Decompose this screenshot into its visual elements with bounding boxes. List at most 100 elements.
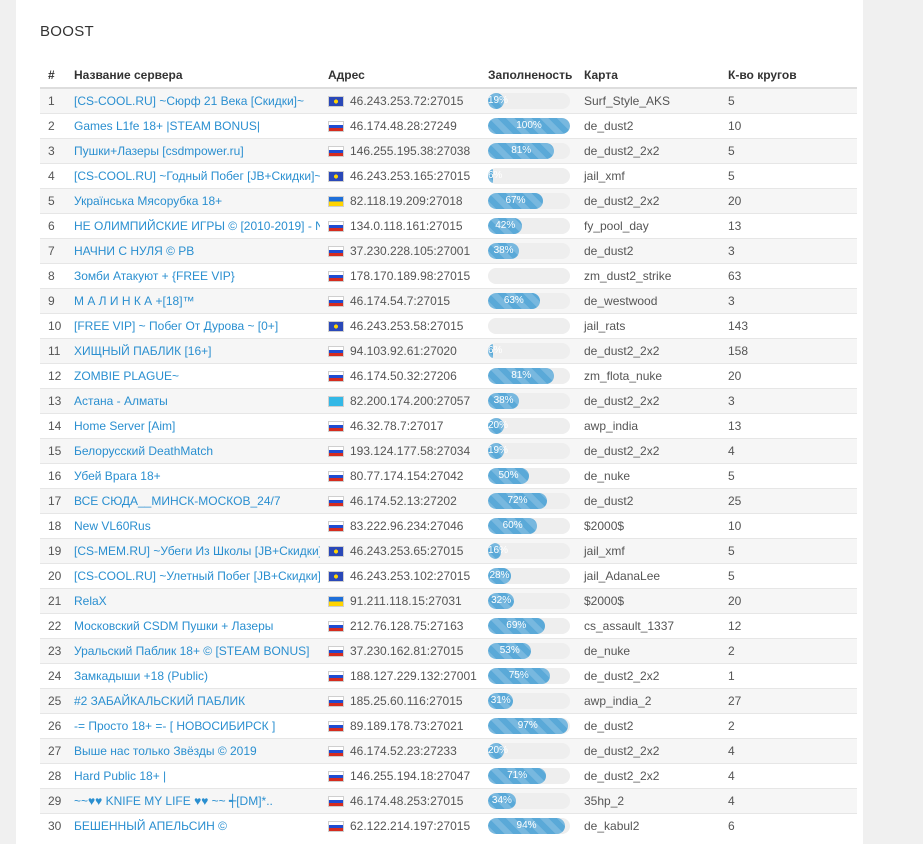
map-name: de_dust2_2x2 [576, 663, 720, 689]
fill-percent: 20% [488, 745, 509, 756]
server-name-link[interactable]: [FREE VIP] ~ Побег От Дурова ~ [0+] [66, 313, 320, 339]
server-name-link[interactable]: Пушки+Лазеры [csdmpower.ru] [66, 138, 320, 164]
server-name-link[interactable]: Астана - Алматы [66, 388, 320, 414]
ru-flag-icon [328, 620, 344, 632]
server-name-link[interactable]: ZOMBIE PLAGUE~ [66, 363, 320, 389]
server-name-link[interactable]: [CS-MEM.RU] ~Убеги Из Школы [JB+Скидки]~… [66, 538, 320, 564]
server-name-link[interactable]: Games L1fe 18+ |STEAM BONUS| [66, 113, 320, 139]
column-header-rounds[interactable]: К-во кругов [720, 63, 857, 89]
server-address-cell: 37.230.162.81:27015 [320, 638, 480, 664]
server-name-link[interactable]: Home Server [Aim] [66, 413, 320, 439]
fill-cell: 81% [480, 363, 576, 389]
server-address-cell: 89.189.178.73:27021 [320, 713, 480, 739]
map-name: de_nuke [576, 638, 720, 664]
ru-flag-icon [328, 670, 344, 682]
fill-cell: 97% [480, 713, 576, 739]
fill-cell: 19% [480, 87, 576, 114]
server-address: 46.174.54.7:27015 [350, 294, 451, 308]
ru-flag-icon [328, 270, 344, 282]
table-row: 1 [CS-COOL.RU] ~Сюрф 21 Века [Скидки]~ 46.… [40, 87, 857, 114]
server-name-link[interactable]: Замкадыши +18 (Public) [66, 663, 320, 689]
server-name-link[interactable]: ХИЩНЫЙ ПАБЛИК [16+] [66, 338, 320, 364]
table-row: 2 Games L1fe 18+ |STEAM BONUS| 46.174.48.2… [40, 113, 857, 139]
server-name-link[interactable]: Выше нас только Звёзды © 2019 [66, 738, 320, 764]
rounds-count: 3 [720, 238, 857, 264]
fill-percent: 100% [516, 120, 542, 131]
server-name-link[interactable]: ~~♥♥ KNIFE MY LIFE ♥♥ ~~ ┽[DM]*.. [66, 788, 320, 814]
fill-percent: 81% [511, 370, 532, 381]
table-row: 18 New VL60Rus 83.222.96.234:27046 60% $2000… [40, 513, 857, 539]
fill-cell: 50% [480, 463, 576, 489]
fill-progress-bar: 50% [488, 468, 570, 484]
column-header-name[interactable]: Название сервера [66, 63, 320, 89]
fill-percent: 19% [488, 445, 509, 456]
server-name-link[interactable]: -= Просто 18+ =- [ НОВОСИБИРСК ] [66, 713, 320, 739]
rounds-count: 10 [720, 513, 857, 539]
map-name: de_westwood [576, 288, 720, 314]
table-row: 17 ВСЕ СЮДА__МИНСК-МОСКОВ_24/7 46.174.52.1… [40, 488, 857, 514]
server-name-link[interactable]: [CS-COOL.RU] ~Улетный Побег [JB+Скидки]~… [66, 563, 320, 589]
server-name-link[interactable]: НЕ ОЛИМПИЙСКИЕ ИГРЫ © [2010-2019] - NEW [66, 213, 320, 239]
server-name-link[interactable]: М А Л И Н К А +[18]™ [66, 288, 320, 314]
server-address-cell: 82.200.174.200:27057 [320, 388, 480, 414]
server-address-cell: 46.174.48.28:27249 [320, 113, 480, 139]
ru-flag-icon [328, 720, 344, 732]
table-row: 30 БЕШЕННЫЙ АПЕЛЬСИН © 62.122.214.197:2701… [40, 813, 857, 838]
fill-cell: 38% [480, 238, 576, 264]
server-name-link[interactable]: Уральский Паблик 18+ © [STEAM BONUS] [66, 638, 320, 664]
fill-percent [488, 268, 499, 284]
server-address: 46.243.253.58:27015 [350, 319, 464, 333]
table-row: 9М А Л И Н К А +[18]™ 46.174.54.7:27015 63… [40, 288, 857, 314]
server-address: 188.127.229.132:27001 [350, 669, 477, 683]
table-row: 21 RelaX 91.211.118.15:27031 32% $2000$ 20 [40, 588, 857, 614]
server-name-link[interactable]: Зомби Атакуют + {FREE VIP} [66, 263, 320, 289]
column-header-fill[interactable]: Заполненость [480, 63, 576, 89]
fill-progress-bar: 32% [488, 593, 570, 609]
fill-progress-bar: 6% [488, 168, 570, 184]
server-name-link[interactable]: Белорусский DeathMatch [66, 438, 320, 464]
server-address-cell: 46.174.48.253:27015 [320, 788, 480, 814]
server-name-link[interactable]: Українська Мясорубка 18+ [66, 188, 320, 214]
row-number: 28 [40, 763, 66, 789]
ru-flag-icon [328, 470, 344, 482]
table-row: 26 -= Просто 18+ =- [ НОВОСИБИРСК ] 89.189… [40, 713, 857, 739]
server-name-link[interactable]: ВСЕ СЮДА__МИНСК-МОСКОВ_24/7 [66, 488, 320, 514]
fill-progress-bar: 97% [488, 718, 570, 734]
fill-cell: 20% [480, 413, 576, 439]
server-address-cell: 178.170.189.98:27015 [320, 263, 480, 289]
table-row: 27 Выше нас только Звёзды © 2019 46.174.52… [40, 738, 857, 764]
server-name-link[interactable]: [CS-COOL.RU] ~Годный Побег [JB+Скидки]~ [66, 163, 320, 189]
server-address: 82.200.174.200:27057 [350, 394, 471, 408]
table-row: 24 Замкадыши +18 (Public) 188.127.229.132:… [40, 663, 857, 689]
server-name-link[interactable]: RelaX [66, 588, 320, 614]
rounds-count: 5 [720, 563, 857, 589]
fill-progress-bar: 53% [488, 643, 570, 659]
fill-cell: 34% [480, 788, 576, 814]
fill-progress-bar: 6% [488, 343, 570, 359]
fill-progress-bar: 42% [488, 218, 570, 234]
server-name-link[interactable]: Hard Public 18+ | [66, 763, 320, 789]
row-number: 11 [40, 338, 66, 364]
table-row: 11 ХИЩНЫЙ ПАБЛИК [16+] 94.103.92.61:27020 6… [40, 338, 857, 364]
server-name-link[interactable]: БЕШЕННЫЙ АПЕЛЬСИН © [66, 813, 320, 838]
server-address: 46.243.253.165:27015 [350, 169, 471, 183]
fill-cell: 6% [480, 163, 576, 189]
row-number: 22 [40, 613, 66, 639]
server-name-link[interactable]: НАЧНИ С НУЛЯ © PB [66, 238, 320, 264]
fill-progress-bar: 20% [488, 418, 570, 434]
server-name-link[interactable]: Убей Врага 18+ [66, 463, 320, 489]
column-header-map[interactable]: Карта [576, 63, 720, 89]
row-number: 14 [40, 413, 66, 439]
fill-percent: 6% [488, 345, 503, 356]
column-header-number[interactable]: # [40, 63, 66, 89]
server-name-link[interactable]: Московский CSDM Пушки + Лазеры [66, 613, 320, 639]
fill-cell: 63% [480, 288, 576, 314]
server-name-link[interactable]: #2 ЗАБАЙКАЛЬСКИЙ ПАБЛИК [66, 688, 320, 714]
server-name-link[interactable]: [CS-COOL.RU] ~Сюрф 21 Века [Скидки]~ [66, 87, 320, 114]
column-header-address[interactable]: Адрес [320, 63, 480, 89]
ua-flag-icon [328, 195, 344, 207]
server-name-link[interactable]: New VL60Rus [66, 513, 320, 539]
table-row: 25 #2 ЗАБАЙКАЛЬСКИЙ ПАБЛИК 185.25.60.116:2… [40, 688, 857, 714]
fill-progress-bar: 75% [488, 668, 570, 684]
server-address: 185.25.60.116:27015 [350, 694, 463, 708]
